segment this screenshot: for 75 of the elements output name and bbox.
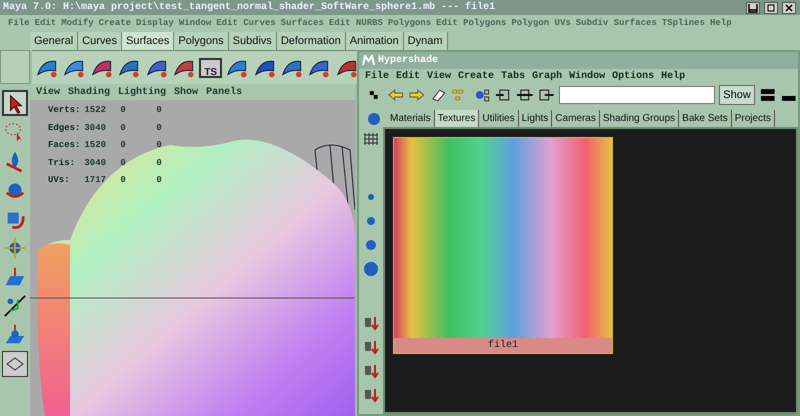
hud-value: 3040 (84, 156, 120, 174)
hud-value: 0 (156, 156, 163, 170)
select-tool-icon[interactable] (2, 90, 28, 116)
sphere-icon[interactable] (365, 110, 383, 127)
hud-value: 3040 (84, 122, 120, 139)
show-button[interactable]: Show (719, 84, 755, 105)
window-title: Hypershade (378, 54, 438, 68)
hud-label: Verts: (48, 104, 84, 122)
hud-value: 0 (120, 104, 156, 122)
left-arrow-icon[interactable] (386, 86, 404, 103)
hud-value: 1520 (84, 139, 120, 156)
minimize-icon (748, 2, 758, 12)
texture-node[interactable]: file1 (393, 136, 613, 354)
menu-item[interactable]: Edit (396, 68, 420, 84)
menu-item[interactable]: Show (174, 84, 198, 100)
menu-item[interactable]: Panels (206, 84, 242, 100)
node-label: file1 (394, 338, 612, 353)
hud-value: 0 (120, 139, 156, 156)
layout-button[interactable] (2, 351, 28, 377)
window-title: Maya 7.0: H:\maya project\test_tangent_normal_shader_SoftWare_sphere1.mb --- file1 (3, 0, 496, 15)
output-connections-icon[interactable] (538, 86, 556, 103)
shelf-tool-button[interactable]: TS (199, 58, 222, 78)
hud-value: 1522 (84, 104, 120, 122)
grid-icon[interactable] (362, 130, 380, 147)
hud-value: 0 (156, 104, 163, 117)
shelf-tab[interactable]: Curves (78, 32, 122, 50)
close-icon (784, 2, 794, 12)
axis-tool-icon[interactable] (2, 293, 28, 319)
shelf-tab[interactable]: Deformation (276, 32, 346, 50)
input-output-icon[interactable] (516, 86, 534, 103)
shelf-tab[interactable]: General (30, 32, 78, 50)
shelf-tab[interactable]: Dynam (404, 32, 448, 50)
hud-value: 1717 (84, 174, 120, 192)
menu-item[interactable]: File (365, 68, 390, 84)
menu-item[interactable]: Shading (68, 84, 110, 100)
menu-item[interactable]: Graph (532, 68, 562, 84)
hud-label: Edges: (48, 122, 84, 139)
maximize-button[interactable] (764, 2, 778, 14)
sort-icon[interactable] (362, 386, 380, 403)
hud-value: 0 (120, 174, 156, 192)
layout-icon[interactable] (758, 86, 776, 103)
menu-item[interactable]: Lighting (118, 84, 166, 100)
hud-value: 0 (156, 122, 163, 134)
menu-item[interactable]: Create (458, 68, 494, 84)
hud-label: UVs: (48, 174, 84, 192)
hud-value: 0 (120, 122, 156, 139)
menu-item[interactable]: Window (569, 68, 606, 84)
scale-tool-icon[interactable] (2, 235, 28, 261)
menu-item[interactable]: View (36, 84, 60, 100)
sphere-icon[interactable] (362, 260, 380, 277)
maximize-icon (766, 2, 776, 12)
maya-logo-icon (362, 54, 375, 66)
menu-item[interactable]: View (427, 68, 452, 84)
menu-item[interactable]: Tabs (501, 68, 526, 84)
shelf-tab[interactable]: Subdivs (228, 32, 277, 50)
hud-value: 0 (120, 156, 156, 174)
shelf-tab[interactable]: Polygons (174, 32, 229, 50)
hud-value: 0 (156, 174, 163, 187)
hud-value: 0 (156, 139, 163, 152)
shelf-tab[interactable]: Surfaces (122, 32, 174, 50)
menu-item[interactable]: Help (661, 68, 686, 84)
sort-icon[interactable] (362, 314, 380, 331)
shelf-tab[interactable]: Animation (346, 32, 404, 50)
sort-icon[interactable] (362, 362, 380, 379)
eraser-icon[interactable] (430, 86, 448, 103)
right-arrow-icon[interactable] (408, 86, 426, 103)
search-field[interactable] (559, 86, 716, 104)
hypershade-tab[interactable]: Textures (434, 110, 480, 127)
minimize-button[interactable] (746, 2, 760, 14)
menu-item[interactable]: Options (612, 68, 654, 84)
hud-label: Faces: (48, 139, 84, 156)
hud-label: Tris: (48, 156, 84, 174)
close-button[interactable] (782, 2, 796, 14)
sort-icon[interactable] (362, 338, 380, 355)
input-connections-icon[interactable] (494, 86, 512, 103)
